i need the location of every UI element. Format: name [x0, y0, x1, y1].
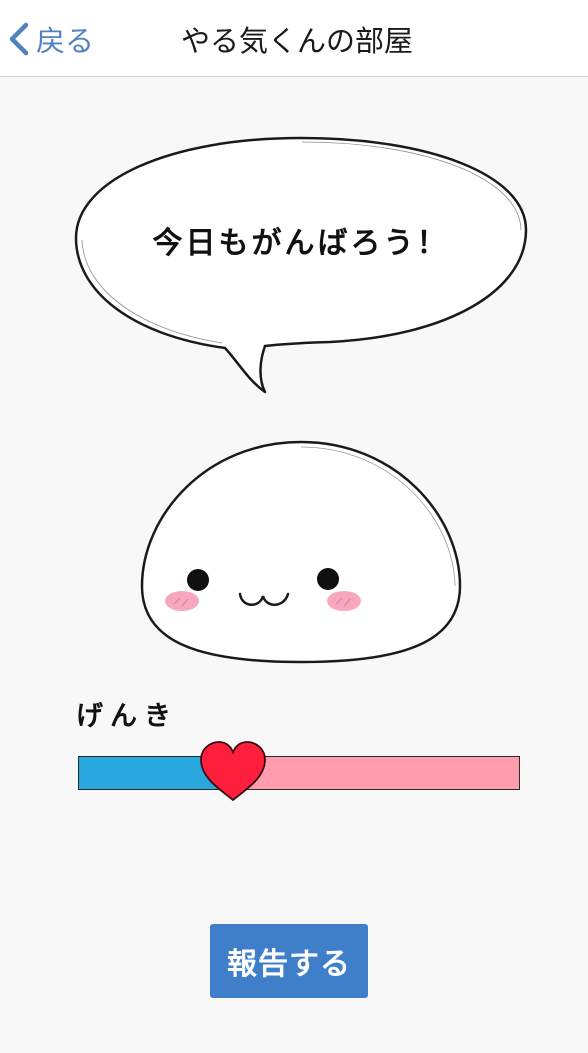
- left-eye: [187, 569, 209, 591]
- navigation-bar: 戻る やる気くんの部屋: [0, 0, 588, 77]
- right-eye: [317, 568, 339, 590]
- heart-icon[interactable]: [197, 740, 269, 804]
- genki-label: げんき: [76, 701, 178, 732]
- screen: 戻る やる気くんの部屋 今日もがんばろう！ げんき 報告する: [0, 0, 588, 1053]
- page-title: やる気くんの部屋: [180, 24, 413, 58]
- yaruki-kun-character: [140, 440, 462, 664]
- left-cheek: [165, 591, 199, 611]
- report-button[interactable]: 報告する: [210, 924, 368, 998]
- right-cheek: [327, 591, 361, 611]
- genki-meter[interactable]: [78, 741, 520, 801]
- speech-bubble-message: 今日もがんばろう！: [152, 226, 450, 261]
- speech-bubble: [74, 136, 528, 394]
